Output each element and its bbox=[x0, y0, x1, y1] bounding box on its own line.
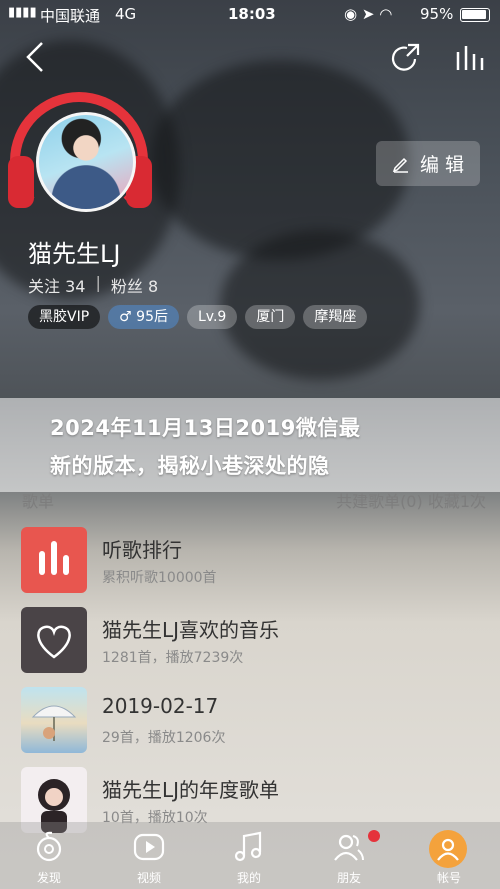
fans-label: 粉丝 bbox=[110, 277, 143, 296]
battery-icon bbox=[460, 8, 490, 22]
fans-count: 8 bbox=[147, 277, 159, 296]
level-tag[interactable]: Lv.9 bbox=[186, 305, 238, 329]
avatar-with-headphones[interactable] bbox=[8, 90, 154, 226]
playlist-name: 听歌排行 bbox=[102, 538, 182, 562]
top-bar bbox=[0, 30, 500, 84]
section-count: 共建歌单(0) 收藏1次 bbox=[336, 492, 486, 511]
bars-icon bbox=[39, 541, 69, 575]
tab-label: 发现 bbox=[36, 871, 61, 885]
edit-profile-button[interactable]: 编 辑 bbox=[376, 141, 480, 186]
username: 猫先生LJ bbox=[28, 240, 121, 268]
back-icon[interactable] bbox=[22, 40, 48, 74]
ranking-cover bbox=[21, 527, 87, 593]
section-title: 歌单 bbox=[22, 492, 55, 511]
tab-label: 朋友 bbox=[336, 871, 361, 885]
stats-icon[interactable] bbox=[452, 42, 484, 74]
gender-age-tag[interactable]: ♂ 95后 bbox=[108, 305, 179, 329]
liked-cover bbox=[21, 607, 87, 673]
playlist-item[interactable]: 猫先生LJ喜欢的音乐 1281首，播放7239次 bbox=[21, 607, 481, 673]
battery-percent: 95% bbox=[420, 5, 454, 23]
headphone-left-icon bbox=[8, 156, 34, 208]
discover-icon bbox=[36, 831, 62, 862]
city-tag[interactable]: 厦门 bbox=[245, 305, 296, 329]
status-bar: ▮▮▮▮ 中国联通 4G 18:03 ◉ ➤ ◠ 95% bbox=[0, 0, 500, 30]
playlist-name: 2019-02-17 bbox=[102, 694, 219, 718]
playlist-item[interactable]: 2019-02-17 29首，播放1206次 bbox=[21, 687, 481, 753]
edit-label: 编 辑 bbox=[419, 154, 465, 176]
headline-line-1: 2024年11月13日2019微信最 bbox=[50, 416, 361, 440]
heart-icon bbox=[37, 625, 71, 659]
playlist-meta: 29首，播放1206次 bbox=[102, 730, 226, 746]
stats-divider: | bbox=[95, 273, 101, 292]
follow-link[interactable]: 关注 34 bbox=[28, 273, 85, 297]
carrier-text: 中国联通 bbox=[40, 7, 101, 25]
background-tree bbox=[150, 60, 410, 260]
tab-label: 视频 bbox=[136, 871, 161, 885]
zodiac-tag[interactable]: 摩羯座 bbox=[303, 305, 368, 329]
follow-count: 34 bbox=[65, 277, 86, 296]
follow-stats: 关注 34 | 粉丝 8 bbox=[28, 273, 158, 297]
tab-account[interactable]: 帐号 bbox=[404, 822, 494, 889]
notification-dot bbox=[368, 830, 380, 842]
umbrella-art bbox=[21, 687, 87, 753]
signal-icon: ▮▮▮▮ bbox=[8, 5, 37, 20]
playlist-meta: 累积听歌10000首 bbox=[102, 570, 217, 586]
pencil-icon bbox=[392, 157, 408, 173]
umbrella-icon bbox=[31, 705, 77, 741]
profile-screen: ▮▮▮▮ 中国联通 4G 18:03 ◉ ➤ ◠ 95% 编 辑 猫先生LJ 关… bbox=[0, 0, 500, 889]
playlist-name: 猫先生LJ的年度歌单 bbox=[102, 778, 280, 802]
playlist-meta: 1281首，播放7239次 bbox=[102, 650, 244, 666]
avatar[interactable] bbox=[36, 112, 136, 212]
share-icon[interactable] bbox=[390, 42, 422, 74]
tab-discover[interactable]: 发现 bbox=[4, 822, 94, 889]
headline-line-2: 新的版本，揭秘小巷深处的隐 bbox=[50, 454, 330, 478]
account-icon bbox=[437, 838, 459, 861]
friends-icon bbox=[334, 834, 364, 861]
tab-friends[interactable]: 朋友 bbox=[304, 822, 394, 889]
tab-label: 帐号 bbox=[436, 871, 461, 885]
overlay-headline: 2024年11月13日2019微信最 新的版本，揭秘小巷深处的隐 bbox=[0, 398, 500, 492]
tab-my-music[interactable]: 我的 bbox=[204, 822, 294, 889]
playlist-section-header: 歌单 共建歌单(0) 收藏1次 bbox=[22, 488, 486, 514]
status-icons: ◉ ➤ ◠ bbox=[344, 5, 393, 23]
music-icon bbox=[234, 831, 262, 862]
clock: 18:03 bbox=[228, 5, 276, 23]
tab-label: 我的 bbox=[236, 871, 261, 885]
video-icon bbox=[133, 833, 165, 861]
playlist-item[interactable]: 听歌排行 累积听歌10000首 bbox=[21, 527, 481, 593]
network-text: 4G bbox=[115, 5, 137, 23]
profile-tags: 黑胶VIP ♂ 95后 Lv.9 厦门 摩羯座 bbox=[28, 305, 368, 329]
fans-link[interactable]: 粉丝 8 bbox=[111, 273, 158, 297]
playlist-name: 猫先生LJ喜欢的音乐 bbox=[102, 618, 280, 642]
bottom-tab-bar: 发现 视频 我的 朋友 帐号 bbox=[0, 822, 500, 889]
tab-video[interactable]: 视频 bbox=[104, 822, 194, 889]
follow-label: 关注 bbox=[28, 277, 61, 296]
vip-badge[interactable]: 黑胶VIP bbox=[28, 305, 101, 329]
